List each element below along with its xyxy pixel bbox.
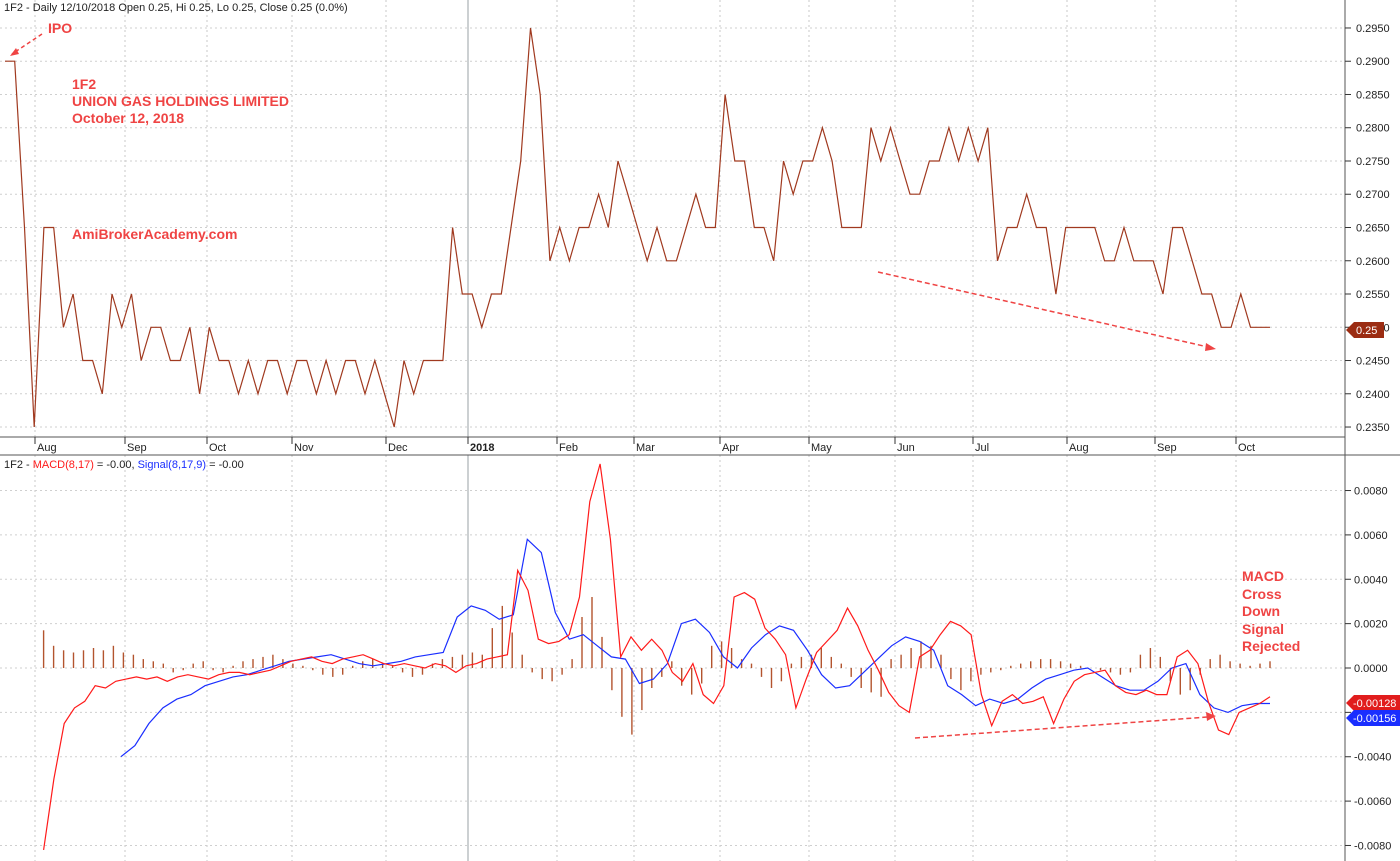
macd-header-value: = -0.00, <box>94 459 138 471</box>
price-ytick-0.2700: 0.2700 <box>1356 189 1390 201</box>
price-header: 1F2 - Daily 12/10/2018 Open 0.25, Hi 0.2… <box>4 2 348 14</box>
price-ytick-0.2400: 0.2400 <box>1356 389 1390 401</box>
month-label-feb-6: Feb <box>559 442 578 454</box>
signal-header-name: Signal(8,17,9) <box>138 459 207 471</box>
signal-last-badge-text: -0.00156 <box>1353 713 1396 725</box>
price-ytick-0.2600: 0.2600 <box>1356 256 1390 268</box>
macd-note-line-3: Down <box>1242 603 1280 619</box>
date-label: October 12, 2018 <box>72 110 184 126</box>
macd-note-line-5: Rejected <box>1242 638 1300 654</box>
month-label-sep-13: Sep <box>1157 442 1177 454</box>
macd-header: 1F2 - MACD(8,17) = -0.00, Signal(8,17,9)… <box>4 459 244 471</box>
macd-ytick-0.0060: 0.0060 <box>1354 530 1388 542</box>
chart-canvas: 1F2 - Daily 12/10/2018 Open 0.25, Hi 0.2… <box>0 0 1400 861</box>
month-label-aug-12: Aug <box>1069 442 1089 454</box>
price-ytick-0.2850: 0.2850 <box>1356 89 1390 101</box>
month-label-jun-10: Jun <box>897 442 915 454</box>
price-ytick-0.2950: 0.2950 <box>1356 23 1390 35</box>
macd-header-name: MACD(8,17) <box>33 459 94 471</box>
macd-note-line-2: Cross <box>1242 586 1282 602</box>
macd-ytick--0.0040: -0.0040 <box>1354 752 1391 764</box>
macd-ytick--0.0060: -0.0060 <box>1354 796 1391 808</box>
macd-ytick-0.0020: 0.0020 <box>1354 619 1388 631</box>
month-label-jul-11: Jul <box>975 442 989 454</box>
month-label-apr-8: Apr <box>722 442 739 454</box>
month-label-sep-1: Sep <box>127 442 147 454</box>
macd-ytick-0.0040: 0.0040 <box>1354 574 1388 586</box>
macd-ytick-0.0080: 0.0080 <box>1354 486 1388 498</box>
macd-ytick--0.0080: -0.0080 <box>1354 840 1391 852</box>
price-close-badge: 0.25 <box>1346 322 1384 338</box>
month-label-oct-2: Oct <box>209 442 226 454</box>
signal-header-value: = -0.00 <box>206 459 244 471</box>
chart-background <box>0 0 1400 861</box>
macd-last-badge-text: -0.00128 <box>1353 698 1396 710</box>
price-ytick-0.2450: 0.2450 <box>1356 356 1390 368</box>
macd-header-symbol: 1F2 - <box>4 459 33 471</box>
company-label: UNION GAS HOLDINGS LIMITED <box>72 93 289 109</box>
macd-last-badge: -0.00128 <box>1346 695 1400 711</box>
macd-note-line-4: Signal <box>1242 621 1284 637</box>
price-ytick-0.2800: 0.2800 <box>1356 123 1390 135</box>
price-ytick-0.2900: 0.2900 <box>1356 56 1390 68</box>
month-label-oct-14: Oct <box>1238 442 1255 454</box>
ipo-label: IPO <box>48 20 72 36</box>
month-label-may-9: May <box>811 442 832 454</box>
symbol-label: 1F2 <box>72 76 96 92</box>
site-label: AmiBrokerAcademy.com <box>72 226 237 242</box>
month-label-mar-7: Mar <box>636 442 655 454</box>
price-close-badge-text: 0.25 <box>1356 325 1377 337</box>
price-ytick-0.2650: 0.2650 <box>1356 223 1390 235</box>
macd-note-line-1: MACD <box>1242 568 1284 584</box>
price-ytick-0.2550: 0.2550 <box>1356 289 1390 301</box>
price-ytick-0.2350: 0.2350 <box>1356 422 1390 434</box>
macd-ytick-0.0000: 0.0000 <box>1354 663 1388 675</box>
price-ytick-0.2750: 0.2750 <box>1356 156 1390 168</box>
month-label-dec-4: Dec <box>388 442 408 454</box>
month-label-2018-5: 2018 <box>470 442 494 454</box>
month-label-aug-0: Aug <box>37 442 57 454</box>
month-label-nov-3: Nov <box>294 442 314 454</box>
signal-last-badge: -0.00156 <box>1346 710 1400 726</box>
